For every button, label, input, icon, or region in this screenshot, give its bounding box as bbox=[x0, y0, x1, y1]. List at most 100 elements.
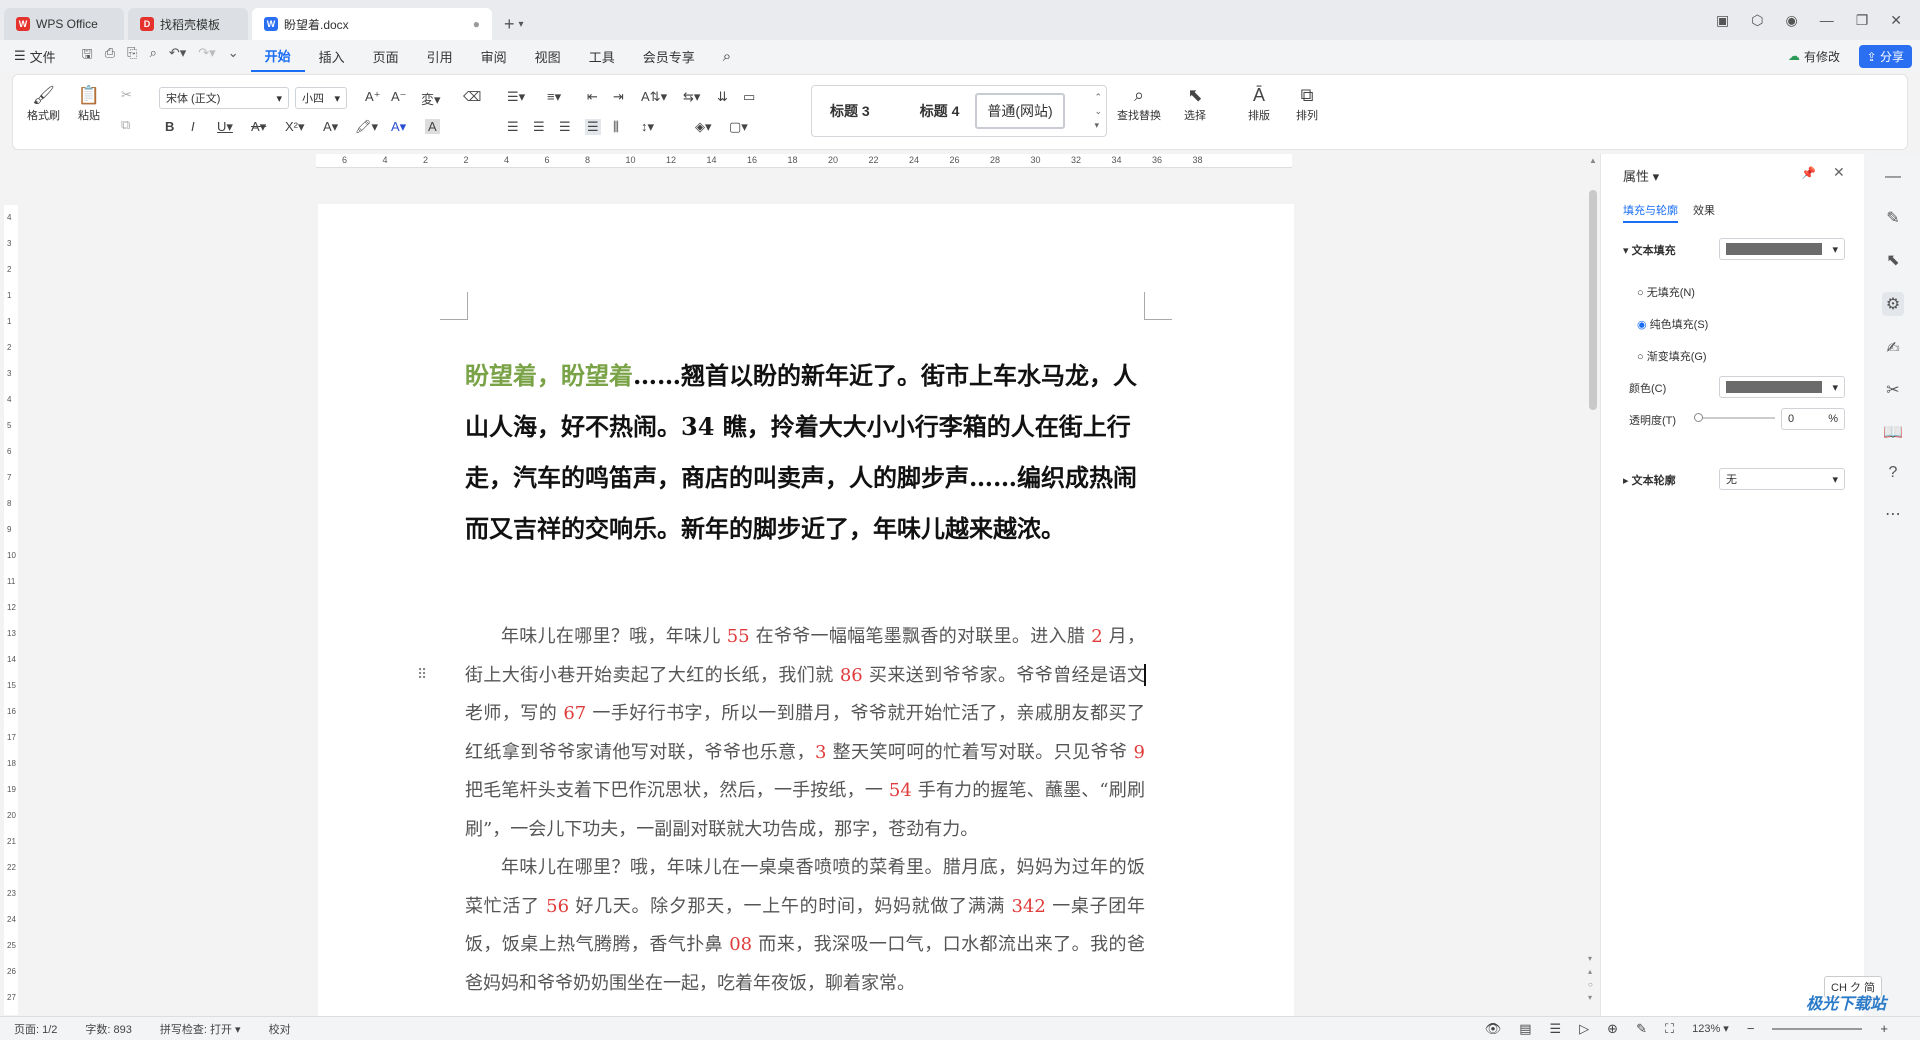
find-replace-button[interactable]: ⌕ 查找替换 bbox=[1117, 83, 1161, 123]
tab-document[interactable]: W 盼望着.docx ● bbox=[252, 8, 492, 40]
paragraph[interactable]: 年味儿在哪里？哦，年味儿 55 在爷爷一幅幅笔墨飘香的对联里。进入腊 2 月，街… bbox=[465, 618, 1145, 849]
print-preview-icon[interactable]: ⌕ bbox=[150, 45, 157, 67]
search-icon[interactable]: ⌕ bbox=[709, 40, 745, 72]
outline-select[interactable]: 无 ▾ bbox=[1719, 468, 1845, 490]
redo-icon[interactable]: ↷▾ bbox=[198, 45, 215, 67]
more-dots-icon[interactable]: ⋯ bbox=[1885, 504, 1901, 524]
radio-gradient-fill[interactable]: ○ 渐变填充(G) bbox=[1637, 348, 1707, 364]
unsaved-dot-icon[interactable]: ● bbox=[473, 17, 480, 31]
page-count[interactable]: 页面: 1/2 bbox=[0, 1021, 71, 1037]
page-view-icon[interactable]: ▤ bbox=[1519, 1021, 1531, 1037]
minimize-icon[interactable]: — bbox=[1820, 12, 1834, 28]
export-icon[interactable]: ⎙ bbox=[105, 45, 115, 67]
color-select[interactable]: ▾ bbox=[1719, 376, 1845, 398]
help-icon[interactable]: ? bbox=[1889, 464, 1898, 482]
tab-effect[interactable]: 效果 bbox=[1693, 202, 1715, 218]
tab-template[interactable]: D 找稻壳模板 bbox=[128, 8, 248, 40]
vertical-ruler[interactable]: 4 3 2 1 1 2 3 4 5 6 7 8 9 10 11 12 13 14 15 16 17 18 19 20 21 22 2… bbox=[4, 205, 18, 1015]
az-sort-icon[interactable]: ⇊ bbox=[717, 89, 728, 105]
restore-icon[interactable]: ❐ bbox=[1856, 12, 1869, 29]
zoom-out-icon[interactable]: − bbox=[1747, 1021, 1755, 1036]
show-marks-icon[interactable]: ▭ bbox=[743, 89, 755, 105]
line-spacing-icon[interactable]: ↕▾ bbox=[641, 119, 654, 135]
bold-icon[interactable]: B bbox=[165, 119, 174, 134]
indent-icon[interactable]: ⇥ bbox=[613, 89, 624, 105]
sort-icon[interactable]: ⇆▾ bbox=[683, 89, 700, 105]
italic-icon[interactable]: I bbox=[191, 119, 195, 134]
tab-wps-office[interactable]: W WPS Office bbox=[4, 8, 124, 40]
panel-close-icon[interactable]: ✕ bbox=[1833, 164, 1845, 181]
menu-review[interactable]: 审阅 bbox=[467, 40, 521, 72]
menu-reference[interactable]: 引用 bbox=[413, 40, 467, 72]
slider-handle[interactable] bbox=[1694, 413, 1703, 422]
tab-fill-outline[interactable]: 填充与轮廓 bbox=[1623, 202, 1678, 223]
menu-tools[interactable]: 工具 bbox=[575, 40, 629, 72]
pin-icon[interactable]: 📌 bbox=[1801, 166, 1816, 180]
font-size-select[interactable]: 小四 ▾ bbox=[295, 87, 347, 109]
avatar[interactable]: ◉ bbox=[1785, 12, 1797, 29]
style-normal-web[interactable]: 普通(网站) bbox=[975, 93, 1065, 129]
shading-icon[interactable]: ◈▾ bbox=[695, 119, 712, 135]
style-heading4[interactable]: 标题 4 bbox=[910, 95, 970, 127]
paste-button[interactable]: 📋 粘贴 bbox=[77, 83, 101, 123]
distribute-icon[interactable]: ⫼ bbox=[613, 119, 619, 135]
arrange-button[interactable]: ⧉ 排列 bbox=[1295, 83, 1319, 123]
font-family-select[interactable]: 宋体 (正文) ▾ bbox=[159, 87, 289, 109]
book-icon[interactable]: 📖 bbox=[1883, 422, 1903, 442]
grow-font-icon[interactable]: A⁺ bbox=[365, 89, 381, 105]
word-count[interactable]: 字数: 893 bbox=[71, 1021, 145, 1037]
scroll-page-nav-icon[interactable]: ▾ ▴ ○ ▾ bbox=[1588, 952, 1593, 1004]
text-fill-section[interactable]: ▾ 文本填充 bbox=[1623, 242, 1676, 258]
text-outline-section[interactable]: ▸ 文本轮廓 bbox=[1623, 472, 1676, 488]
bullet-list-icon[interactable]: ☰▾ bbox=[507, 89, 525, 105]
cube-icon[interactable]: ⬡ bbox=[1751, 12, 1763, 29]
heading-paragraph[interactable]: 盼望着，盼望着……翘首以盼的新年近了。街市上车水马龙，人山人海，好不热闹。34 … bbox=[465, 350, 1145, 554]
fit-icon[interactable]: ⛶ bbox=[1665, 1021, 1674, 1037]
pen-icon[interactable]: ✎ bbox=[1886, 208, 1899, 228]
menu-home[interactable]: 开始 bbox=[250, 40, 305, 72]
new-tab-button[interactable]: + ▾ bbox=[492, 8, 536, 40]
document-page[interactable]: 盼望着，盼望着……翘首以盼的新年近了。街市上车水马龙，人山人海，好不热闹。34 … bbox=[318, 204, 1294, 1018]
phonetic-icon[interactable]: 変▾ bbox=[421, 89, 441, 108]
underline-icon[interactable]: U▾ bbox=[217, 119, 233, 135]
strikethrough-icon[interactable]: A▾ bbox=[251, 119, 266, 135]
paragraph[interactable]: 年味儿在哪里？哦，年味儿在一桌桌香喷喷的菜肴里。腊月底，妈妈为过年的饭菜忙活了 … bbox=[465, 849, 1145, 1003]
style-scroll-icon[interactable]: ⌃ ⌄ ▾ bbox=[1094, 90, 1102, 132]
align-right-icon[interactable]: ☰ bbox=[559, 119, 571, 135]
fill-color-select[interactable]: ▾ bbox=[1719, 238, 1845, 260]
border-icon[interactable]: ▢▾ bbox=[729, 119, 748, 135]
close-icon[interactable]: ✕ bbox=[1890, 12, 1902, 29]
spell-check[interactable]: 拼写检查: 打开 ▾ bbox=[146, 1021, 255, 1037]
transparency-input[interactable]: 0% bbox=[1781, 408, 1845, 430]
cut-icon[interactable]: ✂ bbox=[121, 87, 132, 103]
menu-member[interactable]: 会员专享 bbox=[629, 40, 709, 72]
menu-page[interactable]: 页面 bbox=[359, 40, 413, 72]
eye-icon[interactable]: 👁 bbox=[1485, 1021, 1502, 1037]
body-text[interactable]: 年味儿在哪里？哦，年味儿 55 在爷爷一幅幅笔墨飘香的对联里。进入腊 2 月，街… bbox=[465, 618, 1145, 1003]
radio-solid-fill[interactable]: ◉ 纯色填充(S) bbox=[1637, 316, 1708, 332]
zoom-value[interactable]: 123% ▾ bbox=[1692, 1022, 1729, 1035]
text-effect-icon[interactable]: A▾ bbox=[323, 119, 338, 135]
vertical-scrollbar[interactable]: ▲ ▾ ▴ ○ ▾ bbox=[1588, 154, 1598, 1016]
write-icon[interactable]: ✎ bbox=[1636, 1021, 1647, 1037]
char-shading-icon[interactable]: A bbox=[425, 119, 440, 134]
undo-icon[interactable]: ↶▾ bbox=[169, 45, 186, 67]
outline-view-icon[interactable]: ☰ bbox=[1550, 1021, 1562, 1037]
menu-insert[interactable]: 插入 bbox=[305, 40, 359, 72]
scroll-up-icon[interactable]: ▲ bbox=[1589, 156, 1597, 165]
layout-button[interactable]: Ā 排版 bbox=[1247, 83, 1271, 123]
play-icon[interactable]: ▷ bbox=[1579, 1021, 1589, 1037]
tools-icon[interactable]: ✂ bbox=[1886, 380, 1899, 400]
shrink-font-icon[interactable]: A⁻ bbox=[391, 89, 407, 105]
superscript-icon[interactable]: X²▾ bbox=[285, 119, 305, 135]
highlight-icon[interactable]: 🖍▾ bbox=[355, 119, 378, 135]
properties-icon[interactable]: ⚙ bbox=[1881, 292, 1905, 316]
justify-icon[interactable]: ☰ bbox=[585, 119, 601, 135]
more-icon[interactable]: ⌄ bbox=[228, 45, 239, 67]
drag-handle-icon[interactable]: ⠿ bbox=[417, 666, 427, 683]
scroll-thumb[interactable] bbox=[1589, 190, 1597, 410]
collapse-icon[interactable]: — bbox=[1885, 168, 1901, 186]
panel-title[interactable]: 属性 ▾ bbox=[1623, 166, 1659, 185]
format-painter-button[interactable]: 🖌 格式刷 bbox=[27, 83, 60, 123]
style-heading3[interactable]: 标题 3 bbox=[820, 95, 880, 127]
